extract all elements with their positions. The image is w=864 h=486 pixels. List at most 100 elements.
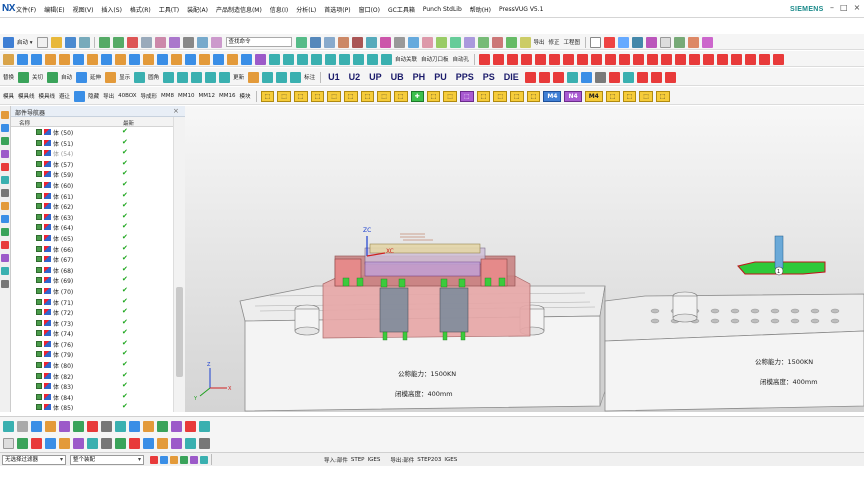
green-tool-2-icon[interactable] bbox=[47, 71, 59, 83]
teal-tool-12-icon[interactable] bbox=[177, 71, 189, 83]
teal-tool-2-icon[interactable] bbox=[283, 53, 294, 65]
menu-item[interactable]: 插入(S) bbox=[97, 3, 126, 16]
pu-button[interactable]: PU bbox=[434, 72, 447, 82]
view-icon[interactable] bbox=[210, 36, 222, 48]
visibility-checkbox[interactable] bbox=[36, 362, 42, 369]
teal-tool-8-icon[interactable] bbox=[367, 53, 378, 65]
red-tool-29-icon[interactable] bbox=[664, 71, 676, 83]
visibility-checkbox[interactable] bbox=[36, 287, 42, 294]
column-latest[interactable]: 最新 bbox=[123, 119, 134, 127]
red-tool-18-icon[interactable] bbox=[717, 53, 729, 65]
teal-tool-6-icon[interactable] bbox=[339, 53, 350, 65]
intersect-icon[interactable] bbox=[449, 36, 461, 48]
layer-icon[interactable] bbox=[196, 36, 208, 48]
navigator-row[interactable]: 体 (74) ✔ bbox=[11, 328, 173, 339]
red-tool-5-icon[interactable] bbox=[535, 53, 547, 65]
m4-button[interactable]: M4 bbox=[543, 90, 562, 102]
filter-tool-6-icon[interactable] bbox=[200, 455, 208, 464]
red-tool-24-icon[interactable] bbox=[538, 71, 550, 83]
blue-tool-2-icon[interactable] bbox=[580, 71, 592, 83]
red-tool-2-icon[interactable] bbox=[493, 53, 505, 65]
sketch-icon[interactable] bbox=[295, 36, 307, 48]
blue-tool-icon[interactable] bbox=[76, 71, 88, 83]
purple-tool-2-icon[interactable]: ⬚ bbox=[459, 90, 474, 102]
teal-tool-19-icon[interactable] bbox=[566, 71, 578, 83]
filter-tool-5-icon[interactable] bbox=[190, 455, 198, 464]
selection-tool-6-icon[interactable] bbox=[73, 420, 84, 432]
red-tool-22-icon[interactable] bbox=[773, 53, 785, 65]
yellow-tool-13-icon[interactable]: ⬚ bbox=[493, 90, 507, 102]
yellow-tool-icon[interactable]: ⬚ bbox=[260, 90, 275, 102]
navigator-row[interactable]: 体 (82) ✔ bbox=[11, 371, 173, 382]
menu-item[interactable]: 信息(I) bbox=[266, 3, 292, 16]
reuse-library-icon[interactable] bbox=[1, 150, 9, 158]
export-part-label[interactable]: 导出:部件 bbox=[390, 456, 414, 464]
yellow-tool-5-icon[interactable]: ⬚ bbox=[327, 90, 341, 102]
auto-label[interactable]: 自动 bbox=[61, 73, 72, 81]
menu-item[interactable]: PressVUG V5.1 bbox=[495, 4, 548, 15]
navigator-row[interactable]: 体 (59) ✔ bbox=[11, 169, 173, 180]
selection-tool-icon[interactable] bbox=[3, 420, 14, 432]
teal-tool-18-icon[interactable] bbox=[290, 71, 302, 83]
visibility-checkbox[interactable] bbox=[36, 213, 42, 220]
split-icon[interactable] bbox=[171, 53, 182, 65]
chamfer-icon[interactable] bbox=[365, 36, 377, 48]
export-iges-label[interactable]: IGES bbox=[444, 457, 457, 463]
teal-tool-4-icon[interactable] bbox=[311, 53, 322, 65]
note-icon[interactable] bbox=[688, 36, 700, 48]
auto-associate-label[interactable]: 自动关联 bbox=[395, 55, 417, 63]
teal-tool-5-icon[interactable] bbox=[325, 53, 336, 65]
patch-icon[interactable] bbox=[199, 53, 210, 65]
navigator-row[interactable]: 体 (57) ✔ bbox=[11, 159, 173, 170]
dimension-icon[interactable] bbox=[674, 36, 686, 48]
box-label[interactable]: 40BOX bbox=[118, 93, 136, 99]
gray-tool-icon[interactable] bbox=[594, 71, 606, 83]
command-search-input[interactable]: 查找命令 bbox=[225, 37, 292, 47]
yellow-tool-16-icon[interactable]: ⬚ bbox=[605, 90, 620, 102]
visibility-checkbox[interactable] bbox=[36, 256, 42, 263]
offset-icon[interactable] bbox=[407, 36, 419, 48]
red-tool-3-icon[interactable] bbox=[507, 53, 519, 65]
m4-button-2[interactable]: M4 bbox=[584, 90, 603, 102]
blend-icon[interactable] bbox=[351, 36, 363, 48]
save-all-icon[interactable] bbox=[78, 36, 90, 48]
green-tool-icon[interactable] bbox=[18, 71, 30, 83]
visibility-checkbox[interactable] bbox=[36, 245, 42, 252]
red-tool-13-icon[interactable] bbox=[647, 53, 659, 65]
visibility-checkbox[interactable] bbox=[36, 192, 42, 199]
strip-part-preview[interactable]: 1 bbox=[737, 235, 826, 276]
selection-tool-8-icon[interactable] bbox=[101, 420, 112, 432]
undo-icon[interactable] bbox=[98, 36, 110, 48]
teal-tool-9-icon[interactable] bbox=[381, 53, 392, 65]
snap-perp-icon[interactable] bbox=[101, 437, 112, 449]
navigator-row[interactable]: 体 (67) ✔ bbox=[11, 254, 173, 265]
yellow-tool-6-icon[interactable]: ⬚ bbox=[343, 90, 358, 102]
navigator-row[interactable]: 体 (73) ✔ bbox=[11, 318, 173, 329]
selection-tool-11-icon[interactable] bbox=[143, 420, 154, 432]
navigator-row[interactable]: 体 (65) ✔ bbox=[11, 233, 173, 244]
process-studio-icon[interactable] bbox=[1, 189, 9, 197]
hole-icon[interactable] bbox=[337, 36, 349, 48]
yellow-tool-14-icon[interactable]: ⬚ bbox=[509, 90, 524, 102]
snap-edge-icon[interactable] bbox=[129, 437, 140, 449]
navigator-scrollbar[interactable] bbox=[173, 117, 185, 412]
navigator-row[interactable]: 体 (50) ✔ bbox=[11, 127, 173, 138]
navigator-row[interactable]: 体 (80) ✔ bbox=[11, 360, 173, 371]
menu-item[interactable]: 文件(F) bbox=[12, 3, 40, 16]
pad-icon[interactable] bbox=[87, 53, 98, 65]
sew-icon[interactable] bbox=[185, 53, 196, 65]
visibility-checkbox[interactable] bbox=[36, 393, 42, 400]
menu-item[interactable]: 产品制造信息(M) bbox=[212, 3, 266, 16]
ub-button[interactable]: UB bbox=[391, 72, 404, 82]
move-icon[interactable] bbox=[491, 36, 503, 48]
visibility-checkbox[interactable] bbox=[36, 139, 42, 146]
constraint-navigator-icon[interactable] bbox=[1, 124, 9, 132]
export-step203-label[interactable]: STEP203 bbox=[417, 457, 441, 463]
selection-tool-14-icon[interactable] bbox=[185, 420, 196, 432]
help-icon[interactable] bbox=[1, 254, 9, 262]
arc-icon[interactable] bbox=[618, 36, 630, 48]
mold-line-label[interactable]: 模具线 bbox=[18, 92, 35, 100]
navigator-row[interactable]: 体 (69) ✔ bbox=[11, 275, 173, 286]
import-part-label[interactable]: 导入:部件 bbox=[324, 456, 348, 464]
navigator-row[interactable]: 体 (85) ✔ bbox=[11, 402, 173, 412]
